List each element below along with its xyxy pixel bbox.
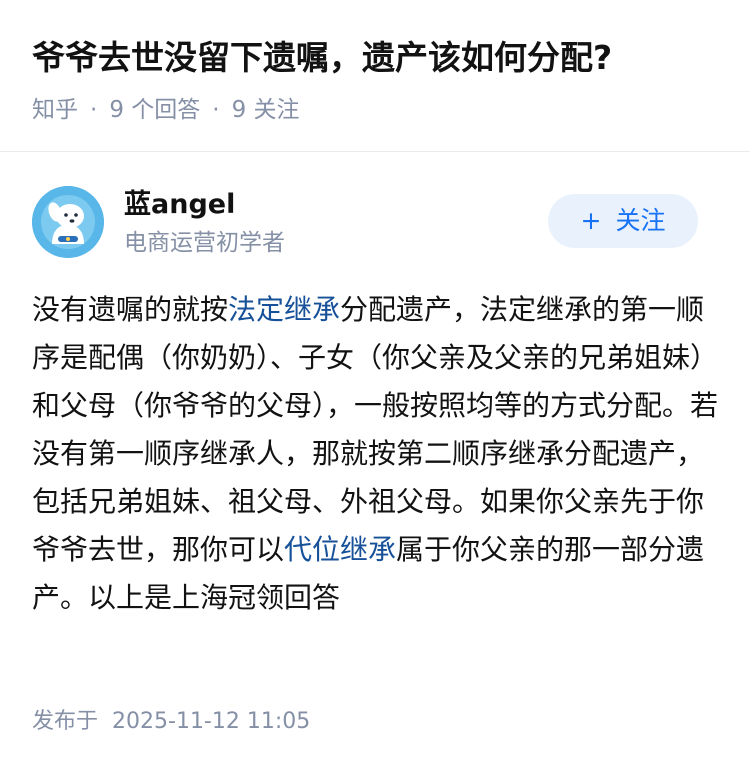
follower-count: 9 关注: [231, 97, 300, 123]
answer-content: 没有遗嘱的就按法定继承分配遗产，法定继承的第一顺序是配偶（你奶奶）、子女（你父亲…: [32, 286, 718, 622]
avatar[interactable]: [32, 186, 104, 258]
avatar-dog-icon: [32, 186, 104, 258]
meta-separator: ·: [212, 97, 220, 123]
section-divider: [0, 151, 750, 152]
answer-text: 分配遗产，法定继承的第一顺序是配偶（你奶奶）、子女（你父亲及父亲的兄弟姐妹）和父…: [32, 293, 719, 566]
meta-separator: ·: [90, 97, 98, 123]
plus-icon: +: [580, 206, 602, 235]
author-bio: 电商运营初学者: [124, 230, 285, 256]
question-meta: 知乎 · 9 个回答 · 9 关注: [32, 94, 300, 126]
subrogation-link[interactable]: 代位继承: [284, 533, 396, 566]
answer-text: 没有遗嘱的就按: [32, 293, 229, 326]
author-card: 蓝angel 电商运营初学者 + 关注: [0, 170, 750, 270]
author-name[interactable]: 蓝angel: [124, 187, 235, 223]
publish-time: 2025-11-12 11:05: [112, 709, 311, 734]
follow-button[interactable]: + 关注: [548, 194, 698, 248]
question-header: 爷爷去世没留下遗嘱，遗产该如何分配? 知乎 · 9 个回答 · 9 关注: [0, 0, 750, 150]
inheritance-link[interactable]: 法定继承: [228, 293, 340, 326]
source-label[interactable]: 知乎: [32, 94, 78, 126]
follow-label: 关注: [615, 206, 666, 235]
answer-count[interactable]: 9 个回答: [109, 94, 200, 126]
question-title[interactable]: 爷爷去世没留下遗嘱，遗产该如何分配?: [32, 34, 722, 82]
publish-info: 发布于 2025-11-12 11:05: [32, 706, 310, 738]
publish-label: 发布于: [32, 709, 99, 734]
